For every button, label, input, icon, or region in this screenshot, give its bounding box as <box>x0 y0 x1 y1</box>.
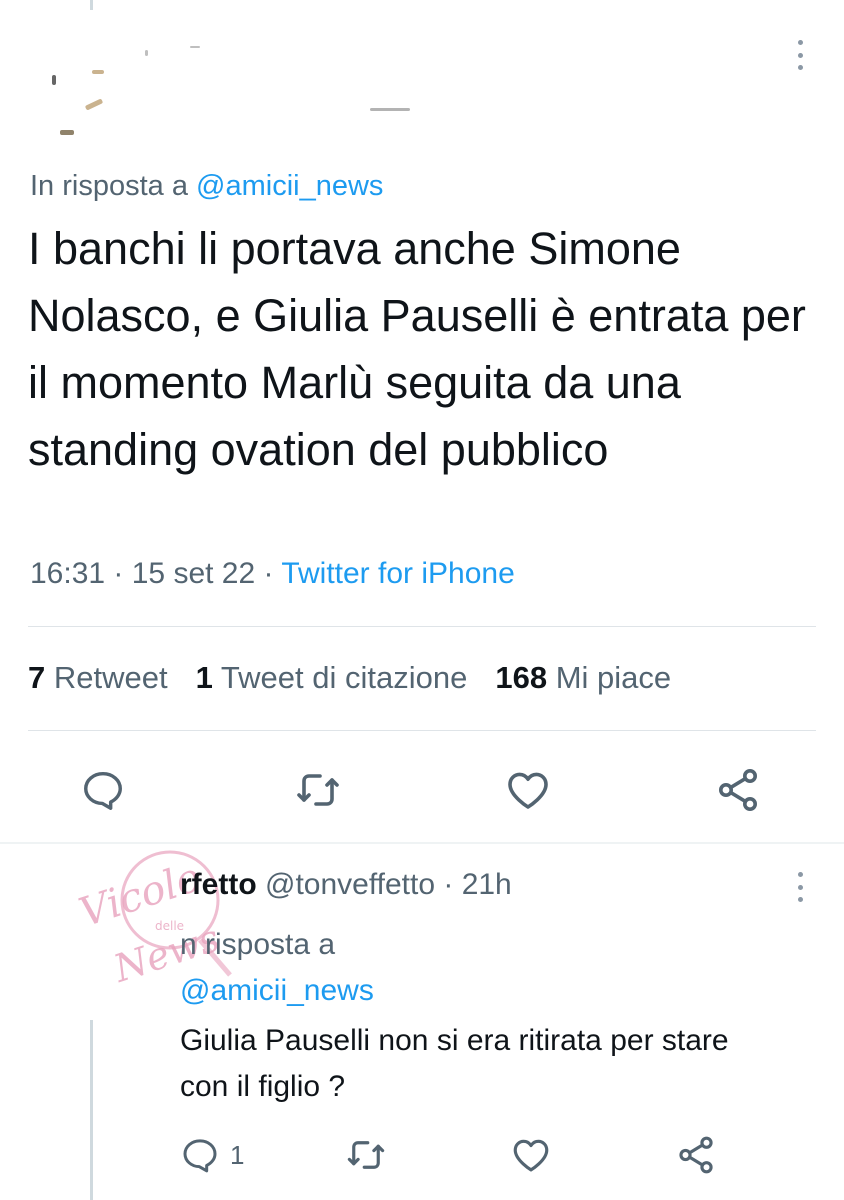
tweet-separator <box>0 842 844 844</box>
tweet-time[interactable]: 16:31 <box>30 557 105 590</box>
author-name[interactable]: rfetto <box>180 868 257 901</box>
tweet-source[interactable]: Twitter for iPhone <box>281 557 514 590</box>
thread-line <box>90 0 93 10</box>
reply-to-line: In risposta a @amicii_news <box>30 170 383 203</box>
reply-prefix: n risposta a <box>180 928 336 961</box>
author-handle[interactable]: @tonveffetto <box>265 868 435 901</box>
more-options-icon[interactable] <box>796 872 804 902</box>
tweet-action-bar <box>0 762 844 818</box>
reply-prefix: In risposta a <box>30 170 188 202</box>
reply-icon[interactable] <box>75 762 131 818</box>
retweet-stat[interactable]: 7 Retweet <box>28 660 168 696</box>
like-stat[interactable]: 168 Mi piace <box>495 660 671 696</box>
obscured-author-header <box>40 40 460 150</box>
divider <box>28 730 816 731</box>
reply-icon <box>183 1139 217 1173</box>
tweet-time-ago[interactable]: 21h <box>462 868 512 901</box>
like-icon[interactable] <box>500 762 556 818</box>
share-icon[interactable] <box>710 762 766 818</box>
retweet-icon[interactable] <box>345 1132 387 1178</box>
more-options-icon[interactable] <box>796 40 804 70</box>
reply-to-line: n risposta a @amicii_news <box>180 922 510 1014</box>
reply-tweet-text: Giulia Pauselli non si era ritirata per … <box>180 1024 729 1103</box>
share-icon[interactable] <box>675 1132 717 1178</box>
retweet-icon[interactable] <box>290 762 346 818</box>
divider <box>28 626 816 627</box>
reply-mention-link[interactable]: @amicii_news <box>196 170 383 202</box>
like-icon[interactable] <box>510 1132 552 1178</box>
quote-stat[interactable]: 1 Tweet di citazione <box>196 660 468 696</box>
reply-count: 1 <box>230 1139 245 1170</box>
tweet-meta: 16:31 · 15 set 22 · Twitter for iPhone <box>30 557 515 590</box>
tweet-date[interactable]: 15 set 22 <box>132 557 255 590</box>
reply-button[interactable]: 1 <box>180 1132 244 1178</box>
reply-mention-link[interactable]: @amicii_news <box>180 968 510 1014</box>
reply-action-bar: 1 <box>0 1132 844 1178</box>
tweet-text: I banchi li portava anche Simone Nolasco… <box>28 223 806 475</box>
reply-author-line: rfetto @tonveffetto · 21h <box>180 868 512 901</box>
tweet-stats: 7 Retweet 1 Tweet di citazione 168 Mi pi… <box>28 660 671 696</box>
